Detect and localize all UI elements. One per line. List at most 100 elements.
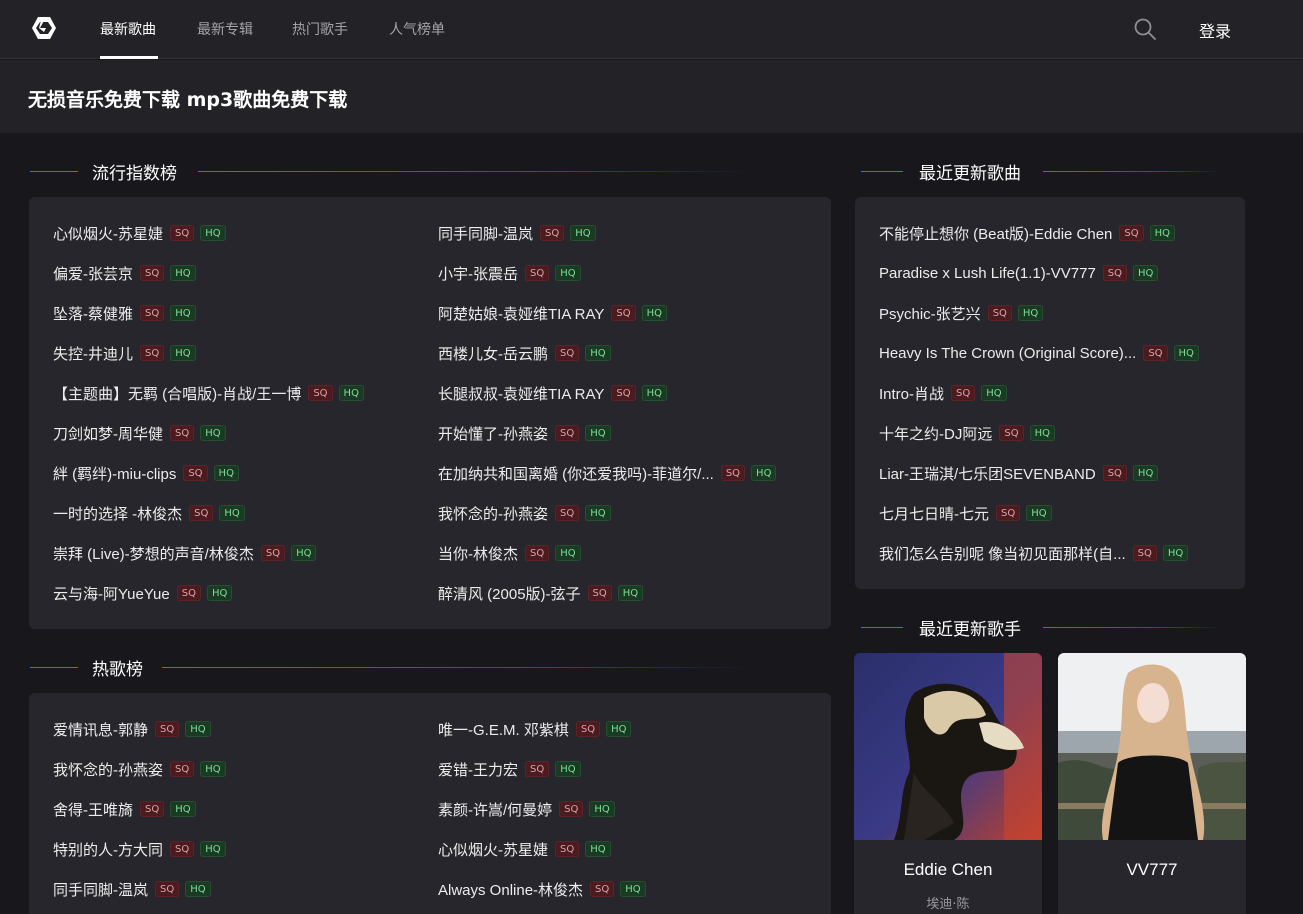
hq-quality-badge[interactable]: HQ xyxy=(606,721,632,737)
hq-quality-badge[interactable]: HQ xyxy=(751,465,777,481)
hq-quality-badge[interactable]: HQ xyxy=(585,425,611,441)
song-row[interactable]: Paradise x Lush Life(1.1)-VV777 SQ HQ xyxy=(879,263,1159,283)
song-title[interactable]: Heavy Is The Crown (Original Score)... xyxy=(879,345,1136,362)
song-row[interactable]: 小宇-张震岳 SQ HQ xyxy=(438,263,581,283)
song-row[interactable]: 崇拜 (Live)-梦想的声音/林俊杰 SQ HQ xyxy=(53,543,317,564)
song-row[interactable]: 开始懂了-孙燕姿 SQ HQ xyxy=(438,423,611,443)
hq-quality-badge[interactable]: HQ xyxy=(291,545,317,561)
song-row[interactable]: 七月七日晴-七元 SQ HQ xyxy=(879,503,1052,523)
song-row[interactable]: 特别的人-方大同 SQ HQ xyxy=(53,839,226,859)
hq-quality-badge[interactable]: HQ xyxy=(555,545,581,561)
song-row[interactable]: 一时的选择 -林俊杰 SQ HQ xyxy=(53,503,245,523)
song-row[interactable]: 同手同脚-温岚 SQ HQ xyxy=(53,879,211,899)
song-row[interactable]: 素颜-许嵩/何曼婷 SQ HQ xyxy=(438,799,615,819)
hq-quality-badge[interactable]: HQ xyxy=(213,465,239,481)
song-row[interactable]: 心似烟火-苏星婕 SQ HQ xyxy=(438,839,611,859)
hq-quality-badge[interactable]: HQ xyxy=(200,225,226,241)
song-row[interactable]: 舍得-王唯旖 SQ HQ xyxy=(53,799,196,819)
sq-quality-badge[interactable]: SQ xyxy=(999,425,1024,441)
sq-quality-badge[interactable]: SQ xyxy=(170,225,195,241)
song-title[interactable]: 开始懂了-孙燕姿 xyxy=(438,423,548,444)
song-title[interactable]: 爱情讯息-郭静 xyxy=(53,719,148,740)
sq-quality-badge[interactable]: SQ xyxy=(575,721,601,737)
song-title[interactable]: 不能停止想你 (Beat版)-Eddie Chen xyxy=(879,223,1112,244)
sq-quality-badge[interactable]: SQ xyxy=(555,505,580,521)
sq-quality-badge[interactable]: SQ xyxy=(540,225,565,241)
sq-quality-badge[interactable]: SQ xyxy=(140,345,165,361)
hq-quality-badge[interactable]: HQ xyxy=(1029,425,1055,441)
sq-quality-badge[interactable]: SQ xyxy=(140,265,165,281)
song-row[interactable]: 我们怎么告别呢 像当初见面那样(自... SQ HQ xyxy=(879,543,1189,564)
hq-quality-badge[interactable]: HQ xyxy=(338,385,364,401)
nav-item-latest-albums[interactable]: 最新专辑 xyxy=(197,19,253,39)
song-title[interactable]: Paradise x Lush Life(1.1)-VV777 xyxy=(879,265,1096,282)
song-title[interactable]: 长腿叔叔-袁娅维TIA RAY xyxy=(438,383,604,404)
song-title[interactable]: 一时的选择 -林俊杰 xyxy=(53,503,182,524)
sq-quality-badge[interactable]: SQ xyxy=(155,721,180,737)
artist-card[interactable]: VV777 xyxy=(1058,653,1246,914)
sq-quality-badge[interactable]: SQ xyxy=(1132,545,1157,561)
sq-quality-badge[interactable]: SQ xyxy=(590,881,615,897)
song-title[interactable]: 西楼儿女-岳云鹏 xyxy=(438,343,548,364)
hq-quality-badge[interactable]: HQ xyxy=(170,801,196,817)
sq-quality-badge[interactable]: SQ xyxy=(1119,225,1144,241)
hq-quality-badge[interactable]: HQ xyxy=(981,385,1007,401)
song-title[interactable]: Psychic-张艺兴 xyxy=(879,303,981,324)
song-row[interactable]: 我怀念的-孙燕姿 SQ HQ xyxy=(438,503,611,523)
hq-quality-badge[interactable]: HQ xyxy=(200,841,226,857)
site-logo-icon[interactable] xyxy=(30,14,58,42)
song-title[interactable]: 崇拜 (Live)-梦想的声音/林俊杰 xyxy=(53,543,254,564)
song-title[interactable]: 我们怎么告别呢 像当初见面那样(自... xyxy=(879,543,1126,564)
hq-quality-badge[interactable]: HQ xyxy=(185,721,211,737)
song-title[interactable]: 刀剑如梦-周华健 xyxy=(53,423,163,444)
song-title[interactable]: 同手同脚-温岚 xyxy=(438,223,533,244)
hq-quality-badge[interactable]: HQ xyxy=(200,425,226,441)
song-row[interactable]: 刀剑如梦-周华健 SQ HQ xyxy=(53,423,226,443)
sq-quality-badge[interactable]: SQ xyxy=(987,305,1012,321)
song-row[interactable]: 不能停止想你 (Beat版)-Eddie Chen SQ HQ xyxy=(879,223,1176,244)
artist-card[interactable]: Eddie Chen 埃迪·陈 xyxy=(854,653,1042,914)
song-title[interactable]: 舍得-王唯旖 xyxy=(53,799,133,820)
sq-quality-badge[interactable]: SQ xyxy=(611,385,636,401)
song-title[interactable]: Always Online-林俊杰 xyxy=(438,879,583,900)
song-title[interactable]: 云与海-阿YueYue xyxy=(53,583,170,604)
hq-quality-badge[interactable]: HQ xyxy=(570,225,596,241)
song-row[interactable]: 我怀念的-孙燕姿 SQ HQ xyxy=(53,759,226,779)
sq-quality-badge[interactable]: SQ xyxy=(308,385,333,401)
song-row[interactable]: 偏爱-张芸京 SQ HQ xyxy=(53,263,196,283)
song-title[interactable]: 在加纳共和国离婚 (你还爱我吗)-菲道尔/... xyxy=(438,463,714,484)
hq-quality-badge[interactable]: HQ xyxy=(219,505,245,521)
hq-quality-badge[interactable]: HQ xyxy=(1026,505,1052,521)
hq-quality-badge[interactable]: HQ xyxy=(206,585,233,601)
nav-item-charts[interactable]: 人气榜单 xyxy=(389,19,445,39)
song-row[interactable]: 坠落-蔡健雅 SQ HQ xyxy=(53,303,196,323)
song-title[interactable]: Liar-王瑞淇/七乐团SEVENBAND xyxy=(879,463,1096,484)
song-row[interactable]: 在加纳共和国离婚 (你还爱我吗)-菲道尔/... SQ HQ xyxy=(438,463,777,484)
sq-quality-badge[interactable]: SQ xyxy=(183,465,208,481)
song-row[interactable]: 心似烟火-苏星婕 SQ HQ xyxy=(53,223,226,243)
hq-quality-badge[interactable]: HQ xyxy=(585,841,611,857)
song-row[interactable]: Always Online-林俊杰 SQ HQ xyxy=(438,879,646,899)
sq-quality-badge[interactable]: SQ xyxy=(555,425,580,441)
song-title[interactable]: 同手同脚-温岚 xyxy=(53,879,148,900)
song-row[interactable]: 醉清风 (2005版)-弦子 SQ HQ xyxy=(438,583,644,603)
sq-quality-badge[interactable]: SQ xyxy=(1143,345,1168,361)
song-row[interactable]: 阿楚姑娘-袁娅维TIA RAY SQ HQ xyxy=(438,303,668,323)
song-title[interactable]: 我怀念的-孙燕姿 xyxy=(53,759,163,780)
sq-quality-badge[interactable]: SQ xyxy=(260,545,286,561)
song-row[interactable]: 爱错-王力宏 SQ HQ xyxy=(438,759,581,779)
sq-quality-badge[interactable]: SQ xyxy=(1102,265,1128,281)
hq-quality-badge[interactable]: HQ xyxy=(1133,265,1159,281)
search-icon[interactable] xyxy=(1133,17,1157,41)
sq-quality-badge[interactable]: SQ xyxy=(155,881,180,897)
song-title[interactable]: 特别的人-方大同 xyxy=(53,839,163,860)
hq-quality-badge[interactable]: HQ xyxy=(589,801,615,817)
song-row[interactable]: Psychic-张艺兴 SQ HQ xyxy=(879,303,1044,324)
sq-quality-badge[interactable]: SQ xyxy=(525,545,550,561)
hq-quality-badge[interactable]: HQ xyxy=(641,385,668,401)
song-row[interactable]: 长腿叔叔-袁娅维TIA RAY SQ HQ xyxy=(438,383,668,404)
song-row[interactable]: 同手同脚-温岚 SQ HQ xyxy=(438,223,596,243)
sq-quality-badge[interactable]: SQ xyxy=(559,801,584,817)
sq-quality-badge[interactable]: SQ xyxy=(1102,465,1127,481)
hq-quality-badge[interactable]: HQ xyxy=(185,881,211,897)
